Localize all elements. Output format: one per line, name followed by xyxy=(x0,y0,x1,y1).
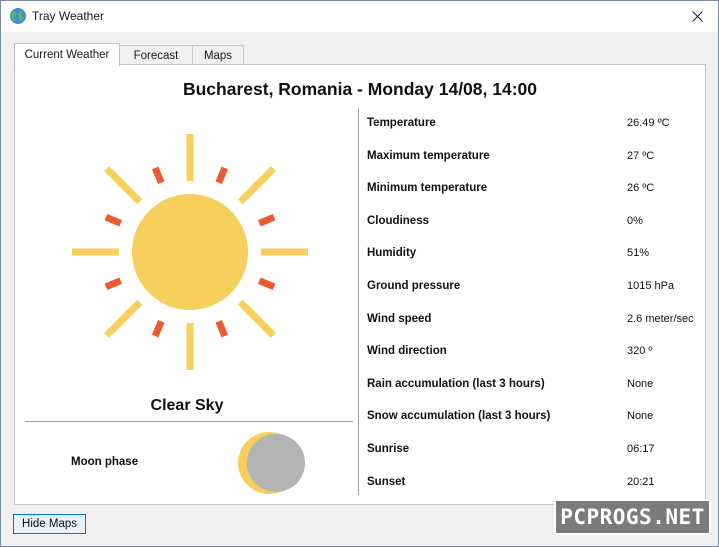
sun-ray-short xyxy=(151,319,165,338)
title-bar: Tray Weather xyxy=(1,1,718,32)
sun-ray-short xyxy=(104,277,123,291)
app-window: Tray Weather Current Weather Forecast Ma… xyxy=(0,0,719,547)
prop-row-min-temperature: Minimum temperature 26 ºC xyxy=(367,174,703,207)
sun-ray-long xyxy=(237,299,276,338)
prop-row-wind-speed: Wind speed 2.6 meter/sec xyxy=(367,305,703,338)
prop-value: 51% xyxy=(627,247,650,260)
prop-label: Cloudiness xyxy=(367,214,429,227)
prop-value: 0% xyxy=(627,214,643,227)
tab-current-weather[interactable]: Current Weather xyxy=(14,43,120,66)
prop-label: Sunrise xyxy=(367,442,410,455)
prop-row-ground-pressure: Ground pressure 1015 hPa xyxy=(367,272,703,305)
prop-row-temperature: Temperature 26.49 ºC xyxy=(367,109,703,142)
vertical-divider xyxy=(358,108,359,495)
prop-label: Wind direction xyxy=(367,345,447,358)
window-title: Tray Weather xyxy=(32,9,105,23)
sun-ray-long xyxy=(104,299,143,338)
sun-ray-short xyxy=(257,213,276,227)
prop-value: 2.6 meter/sec xyxy=(627,312,694,325)
prop-value: None xyxy=(627,377,654,390)
prop-row-humidity: Humidity 51% xyxy=(367,239,703,272)
moon-phase-icon xyxy=(238,432,305,494)
moon-phase-label: Moon phase xyxy=(71,456,139,468)
prop-label: Snow accumulation (last 3 hours) xyxy=(367,410,551,423)
prop-value: 26 ºC xyxy=(627,182,655,195)
prop-row-sunrise: Sunrise 06:17 xyxy=(367,435,703,468)
weather-properties: Temperature 26.49 ºC Maximum temperature… xyxy=(367,109,703,500)
prop-label: Sunset xyxy=(367,475,406,488)
prop-label: Humidity xyxy=(367,247,417,260)
prop-row-max-temperature: Maximum temperature 27 ºC xyxy=(367,142,703,175)
globe-icon xyxy=(10,8,26,24)
prop-value: 27 ºC xyxy=(627,149,655,162)
sun-ray-long xyxy=(237,166,276,205)
sun-icon xyxy=(72,134,308,370)
location-heading: Bucharest, Romania - Monday 14/08, 14:00 xyxy=(182,79,538,99)
prop-value: 320 º xyxy=(627,345,653,358)
prop-label: Temperature xyxy=(367,117,436,129)
prop-row-sunset: Sunset 20:21 xyxy=(367,468,703,501)
close-icon xyxy=(691,11,703,22)
prop-label: Rain accumulation (last 3 hours) xyxy=(367,377,545,390)
prop-label: Ground pressure xyxy=(367,279,461,292)
prop-label: Wind speed xyxy=(367,312,432,325)
tab-maps[interactable]: Maps xyxy=(192,45,244,65)
prop-value: 26.49 ºC xyxy=(627,117,670,129)
prop-label: Maximum temperature xyxy=(367,149,490,162)
hide-maps-button[interactable]: Hide Maps xyxy=(13,514,86,534)
sun-ray-short xyxy=(104,213,123,227)
sun-ray-short xyxy=(151,166,165,185)
prop-label: Minimum temperature xyxy=(367,182,488,195)
prop-row-cloudiness: Cloudiness 0% xyxy=(367,207,703,240)
prop-row-wind-direction: Wind direction 320 º xyxy=(367,337,703,370)
prop-value: 1015 hPa xyxy=(627,279,675,292)
prop-row-rain-accumulation: Rain accumulation (last 3 hours) None xyxy=(367,370,703,403)
prop-value: 06:17 xyxy=(627,442,655,455)
tab-forecast[interactable]: Forecast xyxy=(119,45,193,65)
sun-ray-short xyxy=(215,166,229,185)
sun-ray-short xyxy=(257,277,276,291)
prop-value: 20:21 xyxy=(627,475,655,488)
prop-row-snow-accumulation: Snow accumulation (last 3 hours) None xyxy=(367,402,703,435)
close-button[interactable] xyxy=(676,1,718,32)
current-weather-panel: Bucharest, Romania - Monday 14/08, 14:00… xyxy=(14,64,706,505)
divider-line xyxy=(25,421,353,422)
watermark-logo: PCPROGS.NET xyxy=(554,499,711,535)
sun-ray-short xyxy=(215,319,229,338)
prop-value: None xyxy=(627,410,654,423)
sun-ray-long xyxy=(104,166,143,205)
weather-condition: Clear Sky xyxy=(150,397,224,414)
